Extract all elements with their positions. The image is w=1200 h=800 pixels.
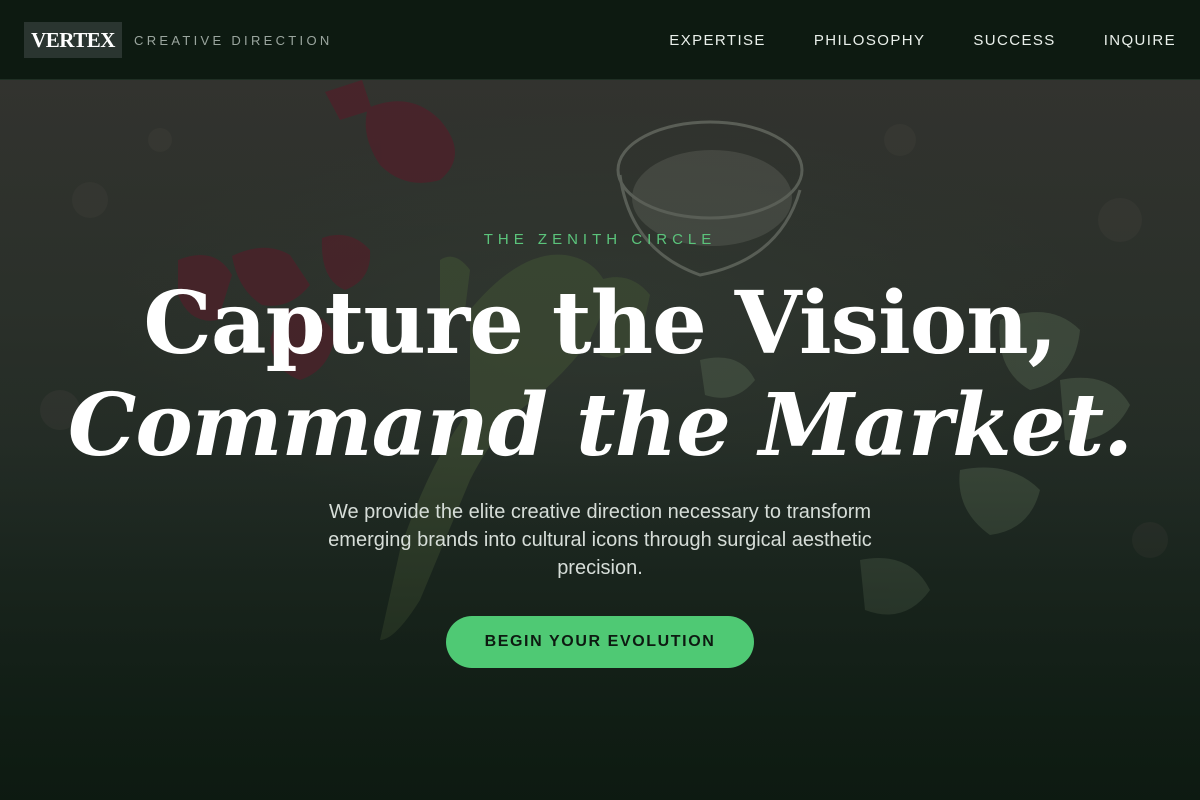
nav-link-inquire[interactable]: INQUIRE <box>1104 32 1176 49</box>
nav-link-expertise[interactable]: EXPERTISE <box>669 32 766 49</box>
nav-link-philosophy[interactable]: PHILOSOPHY <box>814 32 926 49</box>
hero-eyebrow: THE ZENITH CIRCLE <box>483 231 717 248</box>
main-nav: EXPERTISE PHILOSOPHY SUCCESS INQUIRE <box>621 0 1176 80</box>
hero-subtext: We provide the elite creative direction … <box>328 501 872 579</box>
headline-line-2: Command the Market. <box>67 375 1133 476</box>
begin-evolution-button[interactable]: BEGIN YOUR EVOLUTION <box>446 616 754 668</box>
hero-headline: Capture the Vision, Command the Market. <box>0 270 1200 474</box>
nav-link-success[interactable]: SUCCESS <box>973 32 1055 49</box>
logo[interactable]: VERTEX <box>24 22 122 58</box>
headline-line-1: Capture the Vision, <box>143 273 1057 374</box>
site-header: VERTEX CREATIVE DIRECTION EXPERTISE PHIL… <box>0 0 1200 80</box>
brand-tagline: CREATIVE DIRECTION <box>134 33 333 48</box>
